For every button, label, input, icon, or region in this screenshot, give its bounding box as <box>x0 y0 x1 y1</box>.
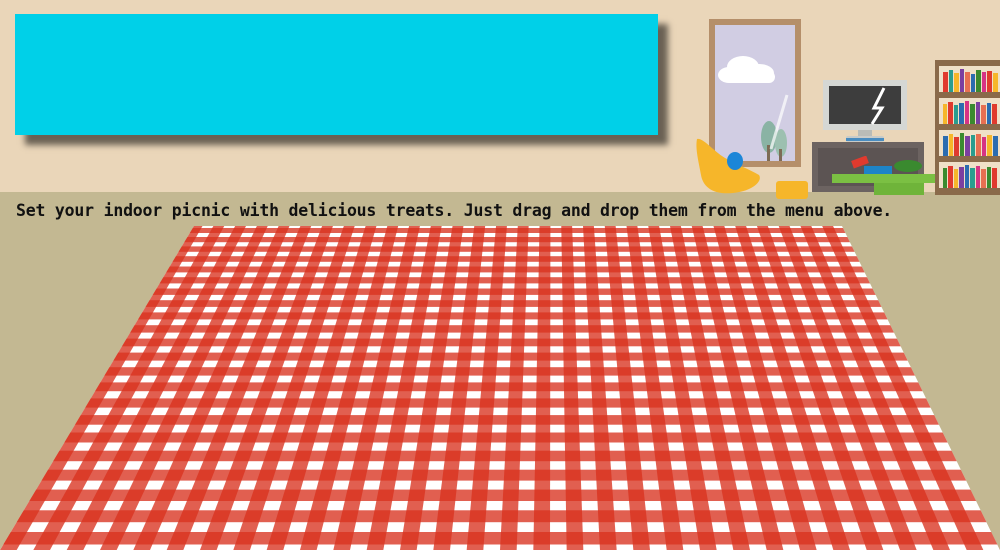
bookshelf-icon <box>935 60 1000 195</box>
computer-monitor-icon <box>823 80 907 142</box>
picnic-tablecloth[interactable] <box>0 222 1000 550</box>
tablecloth-row-stripe <box>0 367 1000 376</box>
instructions-text: Set your indoor picnic with delicious tr… <box>16 201 893 220</box>
floor-cushion-icon <box>776 181 808 199</box>
food-menu-panel[interactable] <box>15 14 658 135</box>
picnic-room-scene: Set your indoor picnic with delicious tr… <box>0 0 1000 550</box>
chair-icon <box>696 138 760 194</box>
tablecloth-row-stripe <box>0 432 1000 443</box>
cloud-icon <box>718 56 775 83</box>
